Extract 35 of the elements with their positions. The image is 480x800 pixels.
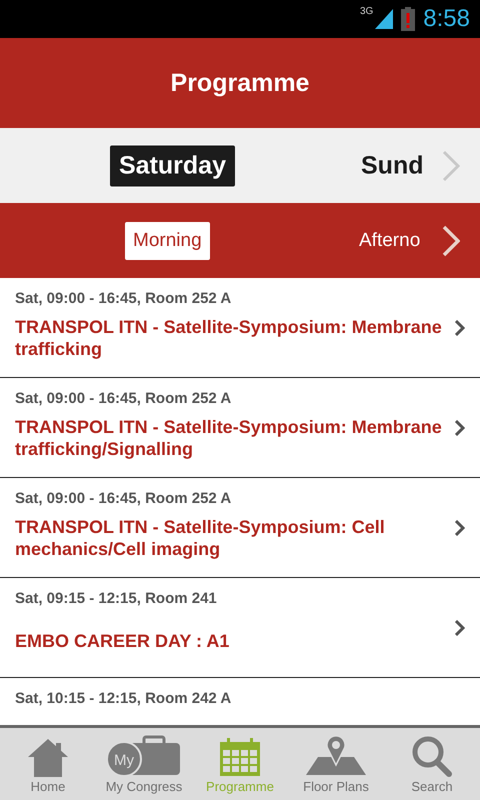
nav-tab[interactable]: Home bbox=[0, 728, 96, 800]
screen-title: Programme bbox=[170, 68, 310, 98]
period-tab[interactable]: Afterno bbox=[351, 222, 428, 260]
session-row[interactable]: Sat, 09:00 - 16:45, Room 252 A TRANSPOL ITN - Satellite-Symposium: Cell mechanics/Cell imaging bbox=[0, 478, 480, 578]
map-pin-icon bbox=[304, 735, 368, 777]
chevron-right-icon bbox=[455, 620, 465, 636]
session-row[interactable]: Sat, 09:00 - 16:45, Room 252 A TRANSPOL ITN - Satellite-Symposium: Membrane trafficking/Signalling bbox=[0, 378, 480, 478]
signal-icon bbox=[375, 9, 394, 29]
nav-tab[interactable]: Search bbox=[384, 728, 480, 800]
session-title: TRANSPOL ITN - Satellite-Symposium: Membrane trafficking bbox=[15, 317, 443, 360]
session-time-room: Sat, 10:15 - 12:15, Room 242 A bbox=[15, 690, 232, 707]
day-tab[interactable]: Saturday bbox=[110, 145, 235, 186]
session-time-room: Sat, 09:00 - 16:45, Room 252 A bbox=[15, 490, 232, 507]
session-row[interactable]: Sat, 09:00 - 16:45, Room 252 A TRANSPOL ITN - Satellite-Symposium: Membrane trafficking bbox=[0, 278, 480, 378]
chevron-right-icon bbox=[455, 320, 465, 336]
search-icon bbox=[411, 735, 453, 777]
chevron-right-icon bbox=[455, 420, 465, 436]
session-time-room: Sat, 09:15 - 12:15, Room 241 bbox=[15, 590, 218, 607]
session-title: TRANSPOL ITN - Satellite-Symposium: Cell mechanics/Cell imaging bbox=[15, 517, 386, 560]
session-row[interactable]: Sat, 09:15 - 12:15, Room 241 EMBO CAREER DAY : A1 bbox=[0, 578, 480, 678]
chevron-right-icon[interactable] bbox=[442, 224, 460, 256]
battery-icon bbox=[401, 7, 416, 31]
session-time-room: Sat, 09:00 - 16:45, Room 252 A bbox=[15, 290, 232, 307]
calendar-icon bbox=[219, 737, 261, 777]
session-title: TRANSPOL ITN - Satellite-Symposium: Membrane trafficking/Signalling bbox=[15, 417, 443, 460]
session-title: EMBO CAREER DAY : A1 bbox=[15, 631, 230, 653]
clock: 8:58 bbox=[423, 5, 470, 33]
nav-tab[interactable]: Floor Plans bbox=[288, 728, 384, 800]
period-tab[interactable]: Morning bbox=[125, 222, 210, 260]
network-type: 3G bbox=[360, 6, 374, 17]
session-time-room: Sat, 09:00 - 16:45, Room 252 A bbox=[15, 390, 232, 407]
chevron-right-icon bbox=[455, 520, 465, 536]
day-tab[interactable]: Sund bbox=[352, 145, 432, 186]
house-icon bbox=[26, 737, 70, 777]
nav-tab[interactable]: My My Congress bbox=[96, 728, 192, 800]
